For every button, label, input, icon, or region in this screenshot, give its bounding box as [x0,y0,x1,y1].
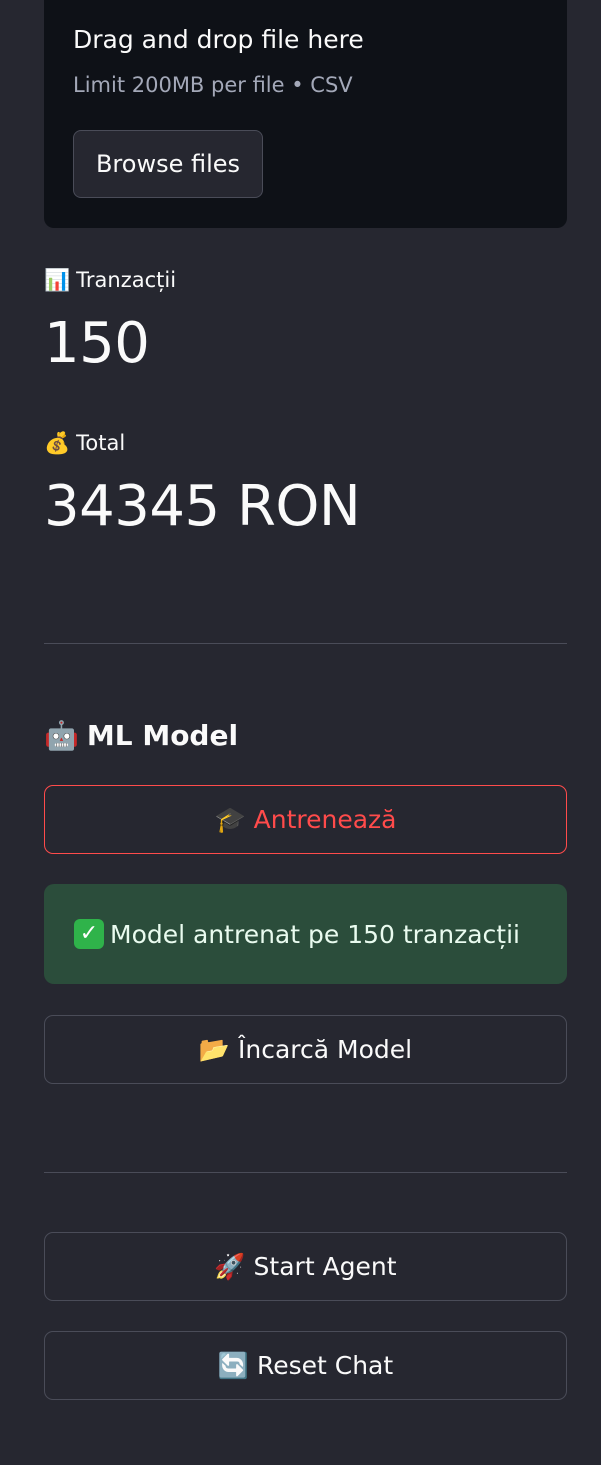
metric-transactions-value: 150 [44,311,150,376]
divider [44,643,567,644]
model-trained-success-alert: ✓ Model antrenat pe 150 tranzacții [44,884,567,984]
success-message: Model antrenat pe 150 tranzacții [110,919,520,949]
bar-chart-icon: 📊 [44,267,71,292]
start-agent-button-label: Start Agent [253,1252,397,1281]
ml-model-heading-text: ML Model [86,719,239,752]
train-model-button[interactable]: 🎓 Antrenează [44,785,567,854]
load-model-button[interactable]: 📂 Încarcă Model [44,1015,567,1084]
reset-chat-button[interactable]: 🔄 Reset Chat [44,1331,567,1400]
start-agent-button[interactable]: 🚀 Start Agent [44,1232,567,1301]
browse-files-button[interactable]: Browse files [73,130,263,198]
open-folder-icon: 📂 [198,1035,231,1064]
uploader-limit-text: Limit 200MB per file • CSV [73,73,353,97]
metric-transactions-label-text: Tranzacții [76,268,177,292]
robot-icon: 🤖 [44,719,79,752]
check-mark-icon: ✓ [74,919,104,949]
graduation-cap-icon: 🎓 [214,805,246,834]
metric-transactions-label: 📊 Tranzacții [44,266,176,294]
file-uploader-dropzone[interactable]: Drag and drop file here Limit 200MB per … [44,0,567,228]
money-bag-icon: 💰 [44,430,71,455]
load-model-button-label: Încarcă Model [238,1035,413,1064]
rocket-icon: 🚀 [214,1252,246,1281]
ml-model-heading: 🤖 ML Model [44,716,238,756]
metric-total-value: 34345 RON [44,474,361,539]
reset-chat-button-label: Reset Chat [256,1351,394,1380]
metric-total-label: 💰 Total [44,429,125,457]
metric-total-label-text: Total [76,431,126,455]
uploader-title: Drag and drop file here [73,25,364,54]
refresh-icon: 🔄 [217,1351,249,1380]
train-model-button-label: Antrenează [253,805,397,834]
divider [44,1172,567,1173]
